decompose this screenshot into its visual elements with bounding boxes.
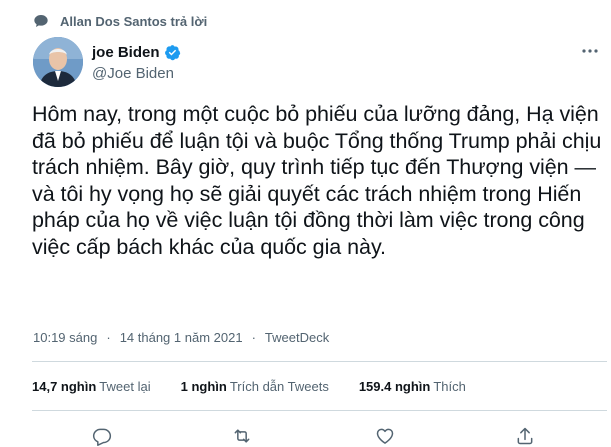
- reply-context: Allan Dos Santos trả lời: [32, 11, 207, 31]
- tweet-time[interactable]: 10:19 sáng: [33, 330, 97, 345]
- action-bar: [0, 422, 611, 447]
- stat-value: 159.4 nghìn: [358, 378, 431, 394]
- stat-label: Tweet lại: [99, 378, 151, 394]
- handle[interactable]: @Joe Biden: [92, 65, 181, 82]
- stat-value: 14,7 nghìn: [32, 378, 97, 394]
- display-name[interactable]: joe Biden: [92, 44, 160, 61]
- divider: [32, 361, 607, 362]
- retweet-count[interactable]: 14,7 nghìn Tweet lại: [32, 379, 151, 394]
- meta-separator: ·: [106, 329, 111, 345]
- tweet-source[interactable]: TweetDeck: [265, 330, 329, 345]
- author-names: joe Biden @Joe Biden: [92, 42, 181, 82]
- chat-bubble-icon: [32, 12, 50, 30]
- meta-separator: ·: [251, 329, 256, 345]
- retweet-icon[interactable]: [231, 425, 253, 447]
- like-icon[interactable]: [374, 425, 396, 447]
- reply-context-text[interactable]: Allan Dos Santos trả lời: [60, 14, 207, 29]
- reply-icon[interactable]: [91, 425, 113, 447]
- share-icon[interactable]: [514, 425, 536, 447]
- tweet-stats: 14,7 nghìn Tweet lại 1 nghìn Trích dẫn T…: [32, 376, 496, 396]
- quote-count[interactable]: 1 nghìn Trích dẫn Tweets: [181, 379, 329, 394]
- tweet-text: Hôm nay, trong một cuộc bỏ phiếu của lưỡ…: [32, 102, 602, 259]
- stat-label: Thích: [433, 378, 466, 394]
- like-count[interactable]: 159.4 nghìn Thích: [359, 379, 466, 394]
- more-options-icon[interactable]: [578, 43, 602, 59]
- tweet-date[interactable]: 14 tháng 1 năm 2021: [120, 330, 243, 345]
- avatar[interactable]: [33, 37, 83, 87]
- stat-value: 1 nghìn: [180, 378, 227, 394]
- stat-label: Trích dẫn Tweets: [229, 378, 329, 394]
- verified-badge-icon: [164, 44, 181, 61]
- divider: [32, 410, 607, 411]
- tweet-meta: 10:19 sáng · 14 tháng 1 năm 2021 · Tweet…: [33, 327, 329, 347]
